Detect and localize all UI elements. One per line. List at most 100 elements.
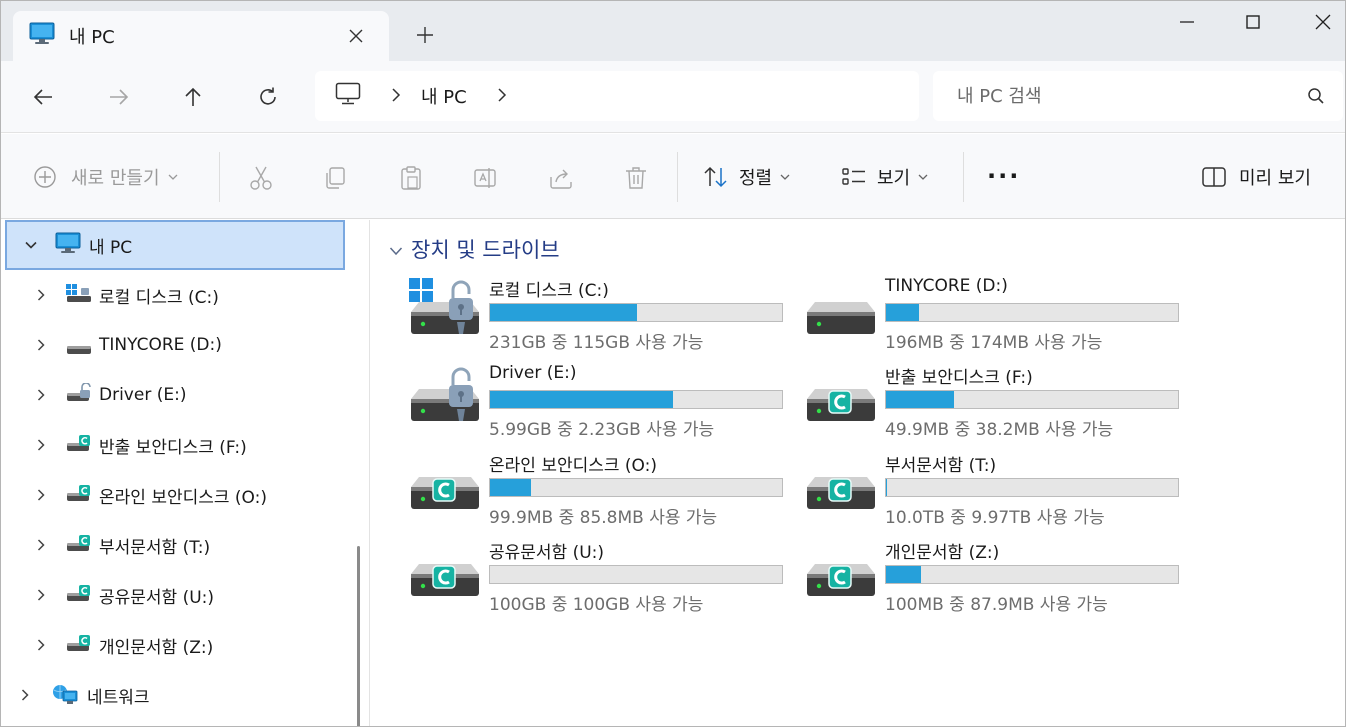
sidebar-item-label: 내 PC	[89, 237, 133, 258]
more-options-button[interactable]: ···	[987, 162, 1020, 190]
delete-button[interactable]	[622, 164, 650, 192]
arrow-left-icon	[33, 89, 52, 105]
sidebar-item-network[interactable]: 네트워크	[1, 670, 345, 720]
breadcrumb[interactable]: 내 PC	[315, 71, 919, 121]
view-button[interactable]: 보기	[841, 164, 928, 190]
chevron-right-icon[interactable]	[33, 537, 49, 553]
forward-button[interactable]	[101, 79, 137, 115]
back-button[interactable]	[25, 79, 61, 115]
close-icon	[349, 29, 363, 43]
drive-tile-d[interactable]: TINYCORE (D:) 196MB 중 174MB 사용 가능	[805, 276, 1205, 356]
chevron-right-icon[interactable]	[33, 437, 49, 453]
close-tab-button[interactable]	[343, 23, 369, 49]
rename-icon	[474, 168, 496, 188]
share-button[interactable]	[547, 164, 575, 192]
search-icon[interactable]	[1307, 87, 1325, 109]
sidebar-item-online-secure-disk-o[interactable]: 온라인 보안디스크 (O:)	[1, 470, 345, 520]
sidebar-item-label: 반출 보안디스크 (F:)	[99, 437, 247, 458]
new-button-label: 새로 만들기	[71, 168, 160, 189]
paste-button[interactable]	[397, 164, 425, 192]
secure-drive-icon	[67, 533, 93, 558]
chevron-right-icon[interactable]	[17, 687, 33, 703]
drive-name: 공유문서함 (U:)	[489, 543, 605, 563]
drive-tile-z[interactable]: 개인문서함 (Z:) 100MB 중 87.9MB 사용 가능	[805, 538, 1205, 618]
drive-name: 개인문서함 (Z:)	[885, 543, 1000, 563]
sort-button[interactable]: 정렬	[703, 164, 790, 190]
sidebar-scrollbar[interactable]	[357, 546, 360, 726]
drive-usage-fill	[886, 391, 955, 408]
drive-icon	[805, 278, 877, 342]
search-input[interactable]	[957, 85, 1277, 107]
sidebar-item-local-disk-c[interactable]: 로컬 디스크 (C:)	[1, 270, 345, 320]
drive-tile-e[interactable]: Driver (E:) 5.99GB 중 2.23GB 사용 가능	[409, 363, 809, 443]
pane-splitter[interactable]	[369, 220, 370, 726]
sidebar-item-secure-disk-f[interactable]: 반출 보안디스크 (F:)	[1, 420, 345, 470]
drive-tile-t[interactable]: 부서문서함 (T:) 10.0TB 중 9.97TB 사용 가능	[805, 451, 1205, 531]
minimize-button[interactable]	[1167, 7, 1207, 37]
drive-usage-bar	[489, 478, 783, 497]
close-window-button[interactable]	[1303, 7, 1343, 37]
secure-drive-icon	[67, 433, 93, 458]
sort-icon	[704, 166, 727, 188]
chevron-right-icon[interactable]	[33, 487, 49, 503]
drive-usage-fill	[886, 479, 887, 496]
secure-drive-icon	[67, 583, 93, 608]
arrow-up-icon	[185, 87, 201, 106]
sidebar-item-driver-e[interactable]: Driver (E:)	[1, 370, 345, 420]
sidebar-item-label: 네트워크	[87, 687, 150, 708]
tab-this-pc[interactable]: 내 PC	[13, 11, 389, 61]
new-tab-button[interactable]	[411, 21, 439, 49]
drive-usage-fill	[490, 304, 637, 321]
sidebar-item-shared-docs-u[interactable]: 공유문서함 (U:)	[1, 570, 345, 620]
cut-button[interactable]	[247, 164, 275, 192]
trash-icon	[626, 167, 646, 189]
sidebar-item-label: 부서문서함 (T:)	[99, 537, 211, 558]
breadcrumb-chevron-icon[interactable]	[391, 87, 401, 106]
up-button[interactable]	[175, 79, 211, 115]
sidebar-item-tinycore-d[interactable]: TINYCORE (D:)	[1, 320, 345, 370]
breadcrumb-chevron-icon[interactable]	[497, 87, 507, 106]
secure-drive-icon	[805, 540, 877, 604]
sort-label: 정렬	[739, 168, 773, 189]
new-button[interactable]: 새로 만들기	[33, 164, 178, 190]
scissors-icon	[250, 166, 272, 190]
copy-button[interactable]	[321, 164, 349, 192]
chevron-right-icon[interactable]	[33, 287, 49, 303]
drive-tile-c[interactable]: 로컬 디스크 (C:) 231GB 중 115GB 사용 가능	[409, 276, 809, 356]
drive-space-info: 99.9MB 중 85.8MB 사용 가능	[489, 508, 718, 528]
chevron-right-icon[interactable]	[33, 387, 49, 403]
sidebar-item-department-docs-t[interactable]: 부서문서함 (T:)	[1, 520, 345, 570]
secure-drive-icon	[409, 453, 481, 517]
refresh-button[interactable]	[250, 79, 286, 115]
rename-button[interactable]	[471, 164, 499, 192]
windows-drive-icon	[65, 283, 93, 310]
drive-tile-u[interactable]: 공유문서함 (U:) 100GB 중 100GB 사용 가능	[409, 538, 809, 618]
monitor-icon	[29, 22, 55, 50]
monitor-outline-icon	[335, 82, 361, 110]
sidebar-item-label: Driver (E:)	[99, 385, 187, 405]
chevron-down-icon	[918, 170, 928, 184]
chevron-down-icon[interactable]	[389, 237, 403, 261]
sidebar-item-this-pc[interactable]: 내 PC	[5, 220, 345, 270]
chevron-right-icon[interactable]	[33, 337, 49, 353]
chevron-right-icon[interactable]	[33, 587, 49, 603]
drive-tile-f[interactable]: 반출 보안디스크 (F:) 49.9MB 중 38.2MB 사용 가능	[805, 363, 1205, 443]
file-explorer-window: 내 PC 내 PC 내 PC 검색 새로 만들기 정렬 보기 ··· 미리 보기…	[0, 0, 1346, 727]
chevron-right-icon[interactable]	[33, 637, 49, 653]
toolbar-divider	[963, 152, 964, 202]
secure-drive-icon	[409, 540, 481, 604]
breadcrumb-item-this-pc[interactable]: 내 PC	[421, 83, 467, 109]
drive-space-info: 10.0TB 중 9.97TB 사용 가능	[885, 508, 1105, 528]
preview-pane-button[interactable]: 미리 보기	[1201, 164, 1311, 190]
preview-pane-icon	[1202, 167, 1226, 187]
group-header-devices-drives[interactable]: 장치 및 드라이브	[389, 234, 560, 264]
view-label: 보기	[877, 168, 911, 189]
share-icon	[550, 169, 572, 189]
toolbar-divider	[677, 152, 678, 202]
sidebar-item-personal-docs-z[interactable]: 개인문서함 (Z:)	[1, 620, 345, 670]
chevron-down-icon[interactable]	[23, 237, 39, 253]
sidebar-item-label: 로컬 디스크 (C:)	[99, 287, 219, 308]
drive-tile-o[interactable]: 온라인 보안디스크 (O:) 99.9MB 중 85.8MB 사용 가능	[409, 451, 809, 531]
minimize-icon	[1180, 21, 1194, 23]
maximize-button[interactable]	[1233, 7, 1273, 37]
